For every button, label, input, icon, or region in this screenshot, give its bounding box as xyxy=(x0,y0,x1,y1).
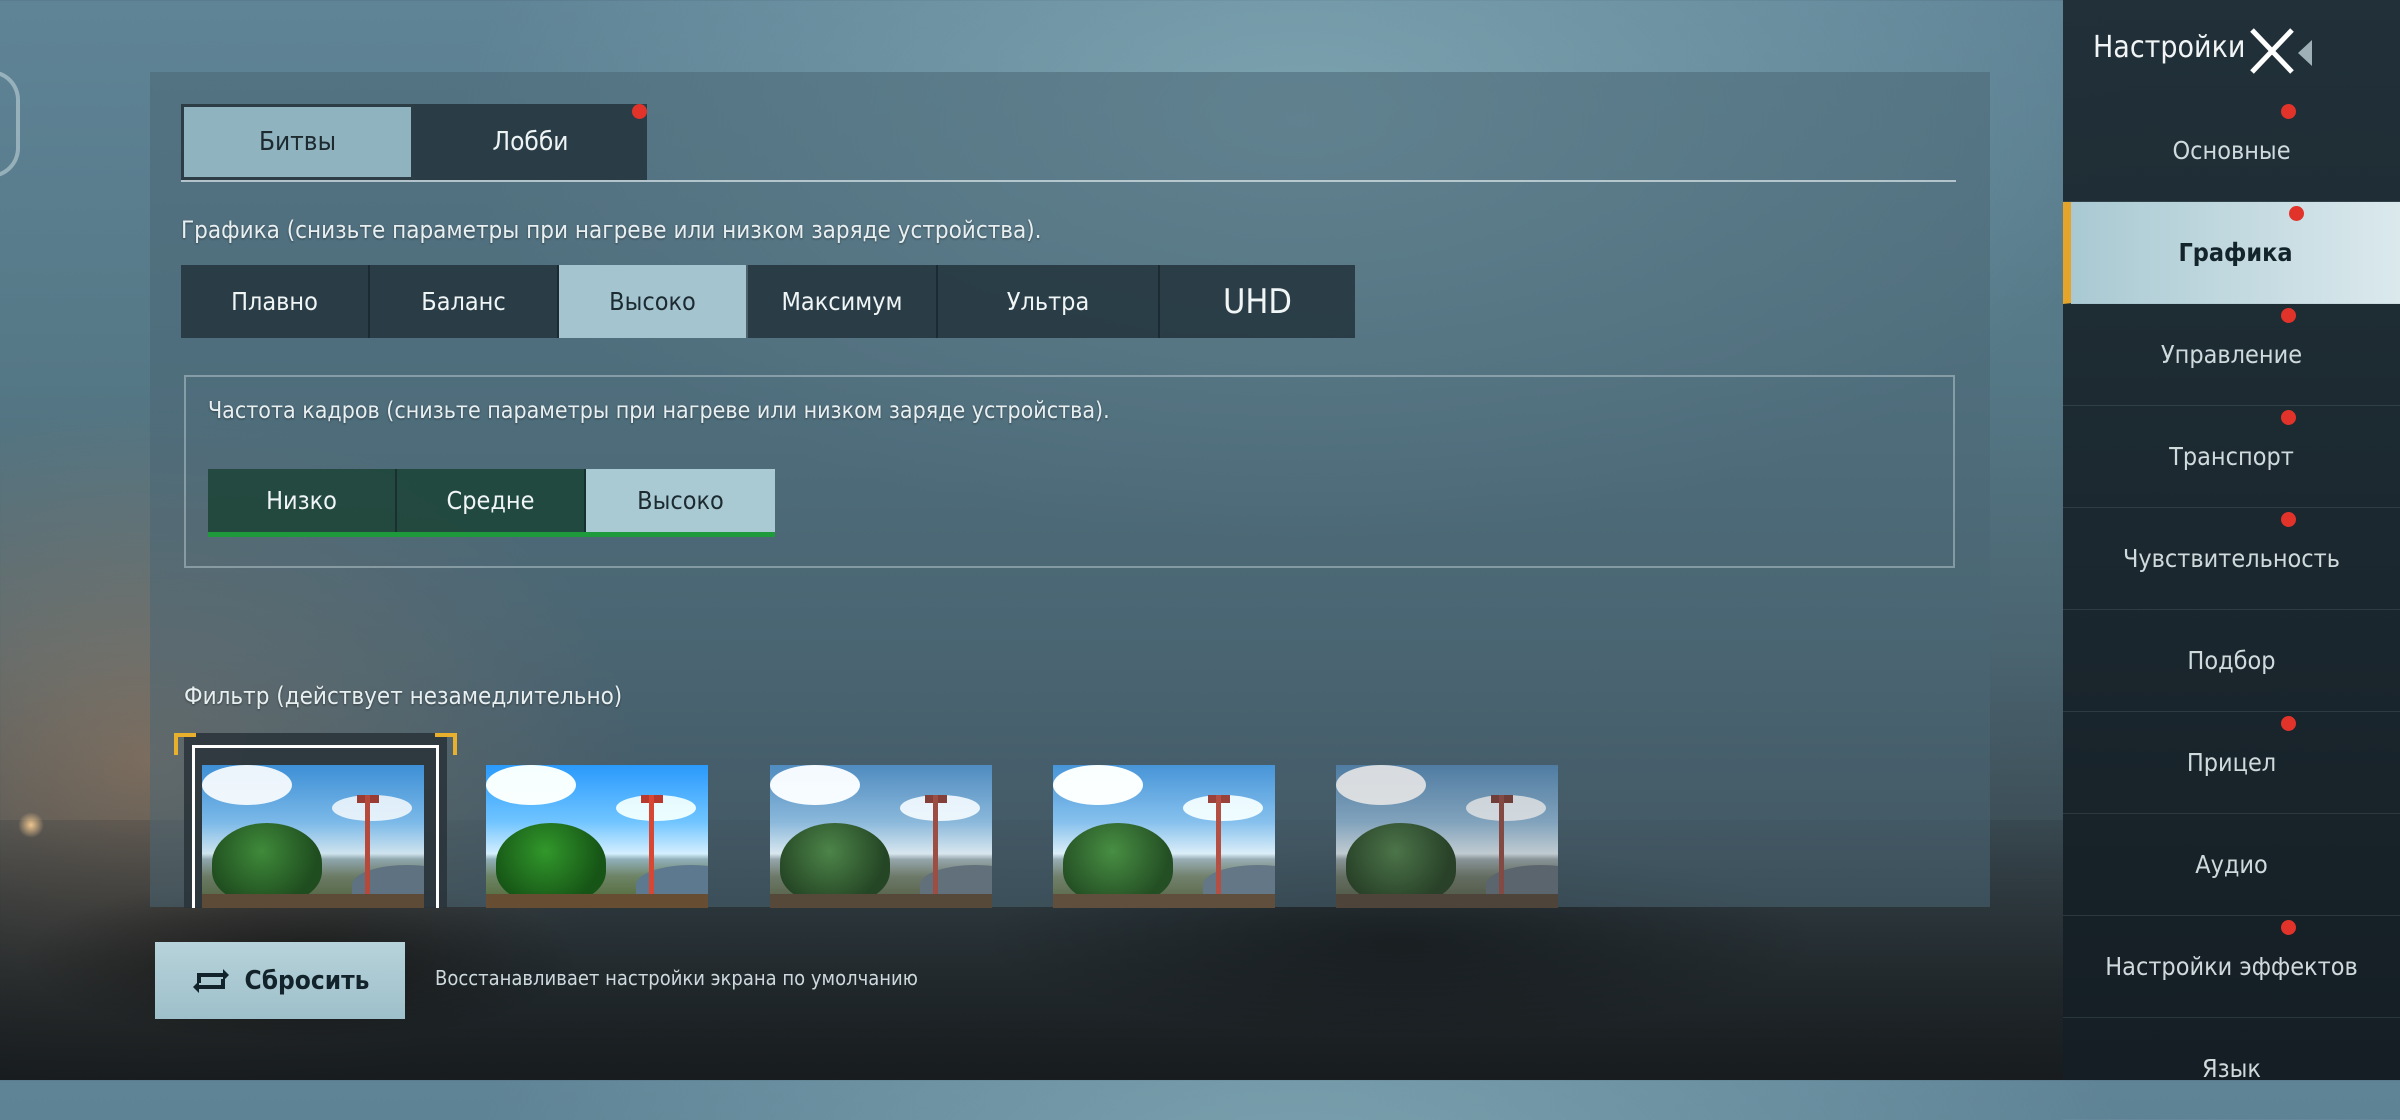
mode-tabs: Битвы Лобби xyxy=(181,104,647,180)
notification-dot xyxy=(632,104,647,119)
graphics-title: Графика (снизьте параметры при нагреве и… xyxy=(181,216,1042,244)
sidebar-item-label: Подбор xyxy=(2187,646,2276,675)
filter-thumbnail-2[interactable] xyxy=(486,765,708,908)
sidebar-item-label: Чувствительность xyxy=(2122,544,2341,573)
graphics-option-balanced[interactable]: Баланс xyxy=(370,265,559,338)
graphics-option-high[interactable]: Высоко xyxy=(559,265,748,338)
tab-lobby-label: Лобби xyxy=(492,127,569,157)
sidebar-item-audio[interactable]: Аудио xyxy=(2063,814,2400,916)
sidebar-title: Настройки xyxy=(2093,30,2246,65)
reset-hint: Восстанавливает настройки экрана по умол… xyxy=(435,966,918,990)
filter-thumbnail-1[interactable] xyxy=(202,765,424,908)
filter-thumbnail-5[interactable] xyxy=(1336,765,1558,908)
settings-sidebar: Настройки Основные Графика Управление Тр… xyxy=(2063,0,2400,1120)
graphics-option-ultra[interactable]: Ультра xyxy=(938,265,1160,338)
fps-title: Частота кадров (снизьте параметры при на… xyxy=(208,398,1110,424)
sidebar-item-label: Управление xyxy=(2160,340,2303,369)
fps-selector: Низко Средне Высоко xyxy=(208,469,775,537)
close-icon[interactable] xyxy=(2246,26,2316,78)
notification-dot xyxy=(2281,920,2296,935)
fps-option-low[interactable]: Низко xyxy=(208,469,397,532)
graphics-option-uhd[interactable]: UHD xyxy=(1160,265,1355,338)
tab-battles-label: Битвы xyxy=(258,127,337,157)
sidebar-item-pickup[interactable]: Подбор xyxy=(2063,610,2400,712)
reset-button[interactable]: Сбросить xyxy=(155,942,405,1019)
sidebar-item-crosshair[interactable]: Прицел xyxy=(2063,712,2400,814)
sidebar-item-label: Настройки эффектов xyxy=(2105,952,2358,981)
side-hex-decoration xyxy=(0,70,20,178)
notification-dot xyxy=(2281,716,2296,731)
sidebar-item-sensitivity[interactable]: Чувствительность xyxy=(2063,508,2400,610)
background-light xyxy=(18,812,44,838)
notification-dot xyxy=(2281,104,2296,119)
tabs-divider xyxy=(181,180,1956,182)
sidebar-item-label: Графика xyxy=(2178,238,2293,267)
sidebar-menu: Основные Графика Управление Транспорт Чу… xyxy=(2063,100,2400,1120)
notification-dot xyxy=(2281,410,2296,425)
sidebar-item-vehicles[interactable]: Транспорт xyxy=(2063,406,2400,508)
sidebar-item-label: Транспорт xyxy=(2169,442,2294,471)
fps-option-medium[interactable]: Средне xyxy=(397,469,586,532)
sidebar-item-effects[interactable]: Настройки эффектов xyxy=(2063,916,2400,1018)
corner-marker xyxy=(174,733,196,755)
corner-marker xyxy=(435,733,457,755)
tab-lobby[interactable]: Лобби xyxy=(414,104,647,180)
reset-icon xyxy=(192,968,229,993)
sidebar-item-language[interactable]: Язык xyxy=(2063,1018,2400,1120)
graphics-quality-selector: Плавно Баланс Высоко Максимум Ультра UHD xyxy=(181,265,1355,338)
sidebar-item-label: Основные xyxy=(2172,136,2291,165)
sidebar-item-controls[interactable]: Управление xyxy=(2063,304,2400,406)
graphics-option-smooth[interactable]: Плавно xyxy=(181,265,370,338)
sidebar-item-label: Аудио xyxy=(2195,850,2268,879)
notification-dot xyxy=(2281,512,2296,527)
filter-thumbnail-3[interactable] xyxy=(770,765,992,908)
tab-battles[interactable]: Битвы xyxy=(181,104,414,180)
sidebar-item-basic[interactable]: Основные xyxy=(2063,100,2400,202)
reset-label: Сбросить xyxy=(244,965,370,996)
graphics-option-max[interactable]: Максимум xyxy=(748,265,938,338)
filter-title: Фильтр (действует незамедлительно) xyxy=(184,682,623,710)
notification-dot xyxy=(2289,206,2304,221)
fps-option-high[interactable]: Высоко xyxy=(586,469,775,532)
sidebar-item-label: Язык xyxy=(2202,1054,2261,1083)
sidebar-item-label: Прицел xyxy=(2186,748,2277,777)
sidebar-item-graphics[interactable]: Графика xyxy=(2063,202,2400,304)
filter-thumbnail-4[interactable] xyxy=(1053,765,1275,908)
notification-dot xyxy=(2281,308,2296,323)
